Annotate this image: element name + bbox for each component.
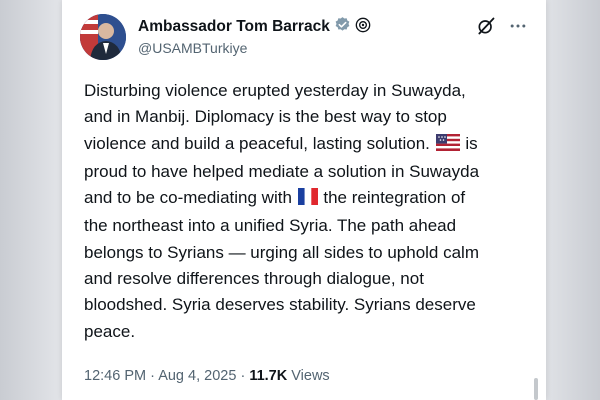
france-flag-icon bbox=[297, 187, 318, 213]
tweet-line: violence and build a peaceful, lasting s… bbox=[84, 131, 530, 159]
tweet-line: belongs to Syrians — urging all sides to… bbox=[84, 242, 479, 262]
tweet-line: and resolve differences through dialogue… bbox=[84, 269, 424, 289]
screenshot-background: Ambassador Tom Barrack @USAMBTurkiye Dis… bbox=[0, 0, 600, 400]
tweet-card: Ambassador Tom Barrack @USAMBTurkiye Dis… bbox=[62, 0, 546, 400]
tweet-line: and in Manbij. Diplomacy is the best way… bbox=[84, 107, 447, 127]
views-count: 11.7K bbox=[249, 368, 288, 384]
tweet-line: and to be co-mediating with the reintegr… bbox=[84, 185, 530, 213]
us-flag-icon bbox=[435, 133, 460, 159]
tweet-time[interactable]: 12:46 PM bbox=[84, 368, 146, 384]
tweet-date[interactable]: Aug 4, 2025 bbox=[158, 368, 236, 384]
tweet-line: Disturbing violence erupted yesterday in… bbox=[84, 81, 466, 100]
verified-badge-icon[interactable] bbox=[334, 16, 351, 38]
meta-separator: · bbox=[150, 368, 155, 384]
author-handle[interactable]: @USAMBTurkiye bbox=[138, 40, 247, 56]
tweet-line: proud to have helped mediate a solution … bbox=[84, 161, 480, 181]
tweet-line-text: and to be co-mediating with bbox=[84, 188, 292, 208]
tweet-meta: 12:46 PM · Aug 4, 2025 · 11.7K Views bbox=[84, 368, 330, 384]
tweet-line-text: violence and build a peaceful, lasting s… bbox=[84, 133, 430, 153]
meta-separator: · bbox=[240, 368, 246, 384]
views-label: Views bbox=[291, 368, 330, 384]
tweet-line: the northeast into a unified Syria. The … bbox=[84, 216, 457, 236]
author-name[interactable]: Ambassador Tom Barrack bbox=[138, 18, 330, 36]
avatar[interactable] bbox=[80, 14, 126, 60]
grok-icon[interactable] bbox=[476, 16, 496, 41]
tweet-text: Disturbing violence erupted yesterday in… bbox=[84, 78, 530, 345]
more-options-icon[interactable] bbox=[508, 16, 528, 41]
tweet-line: bloodshed. Syria deserves stability. Syr… bbox=[84, 295, 476, 315]
tweet-line-text: is bbox=[465, 133, 478, 153]
tweet-line-text: the reintegration of bbox=[323, 188, 466, 208]
tweet-line: peace. bbox=[84, 321, 136, 341]
affiliation-icon[interactable] bbox=[355, 17, 371, 38]
scrollbar[interactable] bbox=[534, 378, 538, 400]
